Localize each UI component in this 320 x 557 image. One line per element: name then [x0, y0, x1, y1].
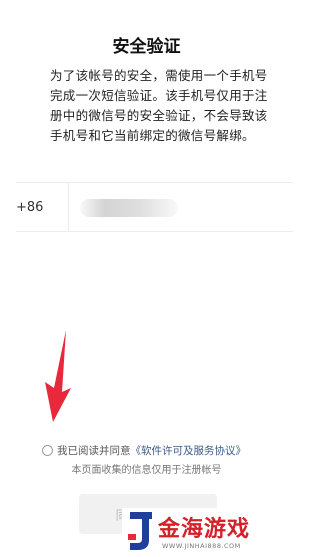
watermark: 金海游戏 WWW.JINHAI888.COM [122, 508, 293, 557]
watermark-url: WWW.JINHAI888.COM [162, 542, 241, 550]
country-code-selector[interactable]: +86 [16, 200, 43, 215]
privacy-notice: 本页面收集的信息仅用于注册帐号 [71, 465, 222, 476]
description-text: 为了该帐号的安全，需使用一个手机号完成一次短信验证。该手机号仅用于注册中的微信号… [50, 68, 268, 143]
arrow-shape [45, 330, 71, 422]
agreement-row[interactable]: 我已阅读并同意 《软件许可及服务协议》 [42, 442, 246, 458]
agreement-checkbox[interactable] [42, 444, 53, 456]
phone-input-row: +86 [16, 182, 293, 232]
divider [68, 183, 69, 231]
security-verification-page: 安全验证 为了该帐号的安全，需使用一个手机号完成一次短信验证。该手机号仅用于注册… [0, 0, 293, 557]
agreement-prefix: 我已阅读并同意 [57, 444, 131, 457]
jinhai-logo-icon [128, 512, 152, 550]
blurred-phone-number [80, 199, 178, 217]
logo-accent [128, 534, 136, 540]
page-title: 安全验证 [112, 37, 181, 57]
agreement-link[interactable]: 《软件许可及服务协议》 [131, 443, 247, 458]
watermark-brand: 金海游戏 [158, 517, 251, 542]
red-arrow-annotation-icon [45, 330, 71, 422]
logo-top-bar [130, 512, 152, 519]
